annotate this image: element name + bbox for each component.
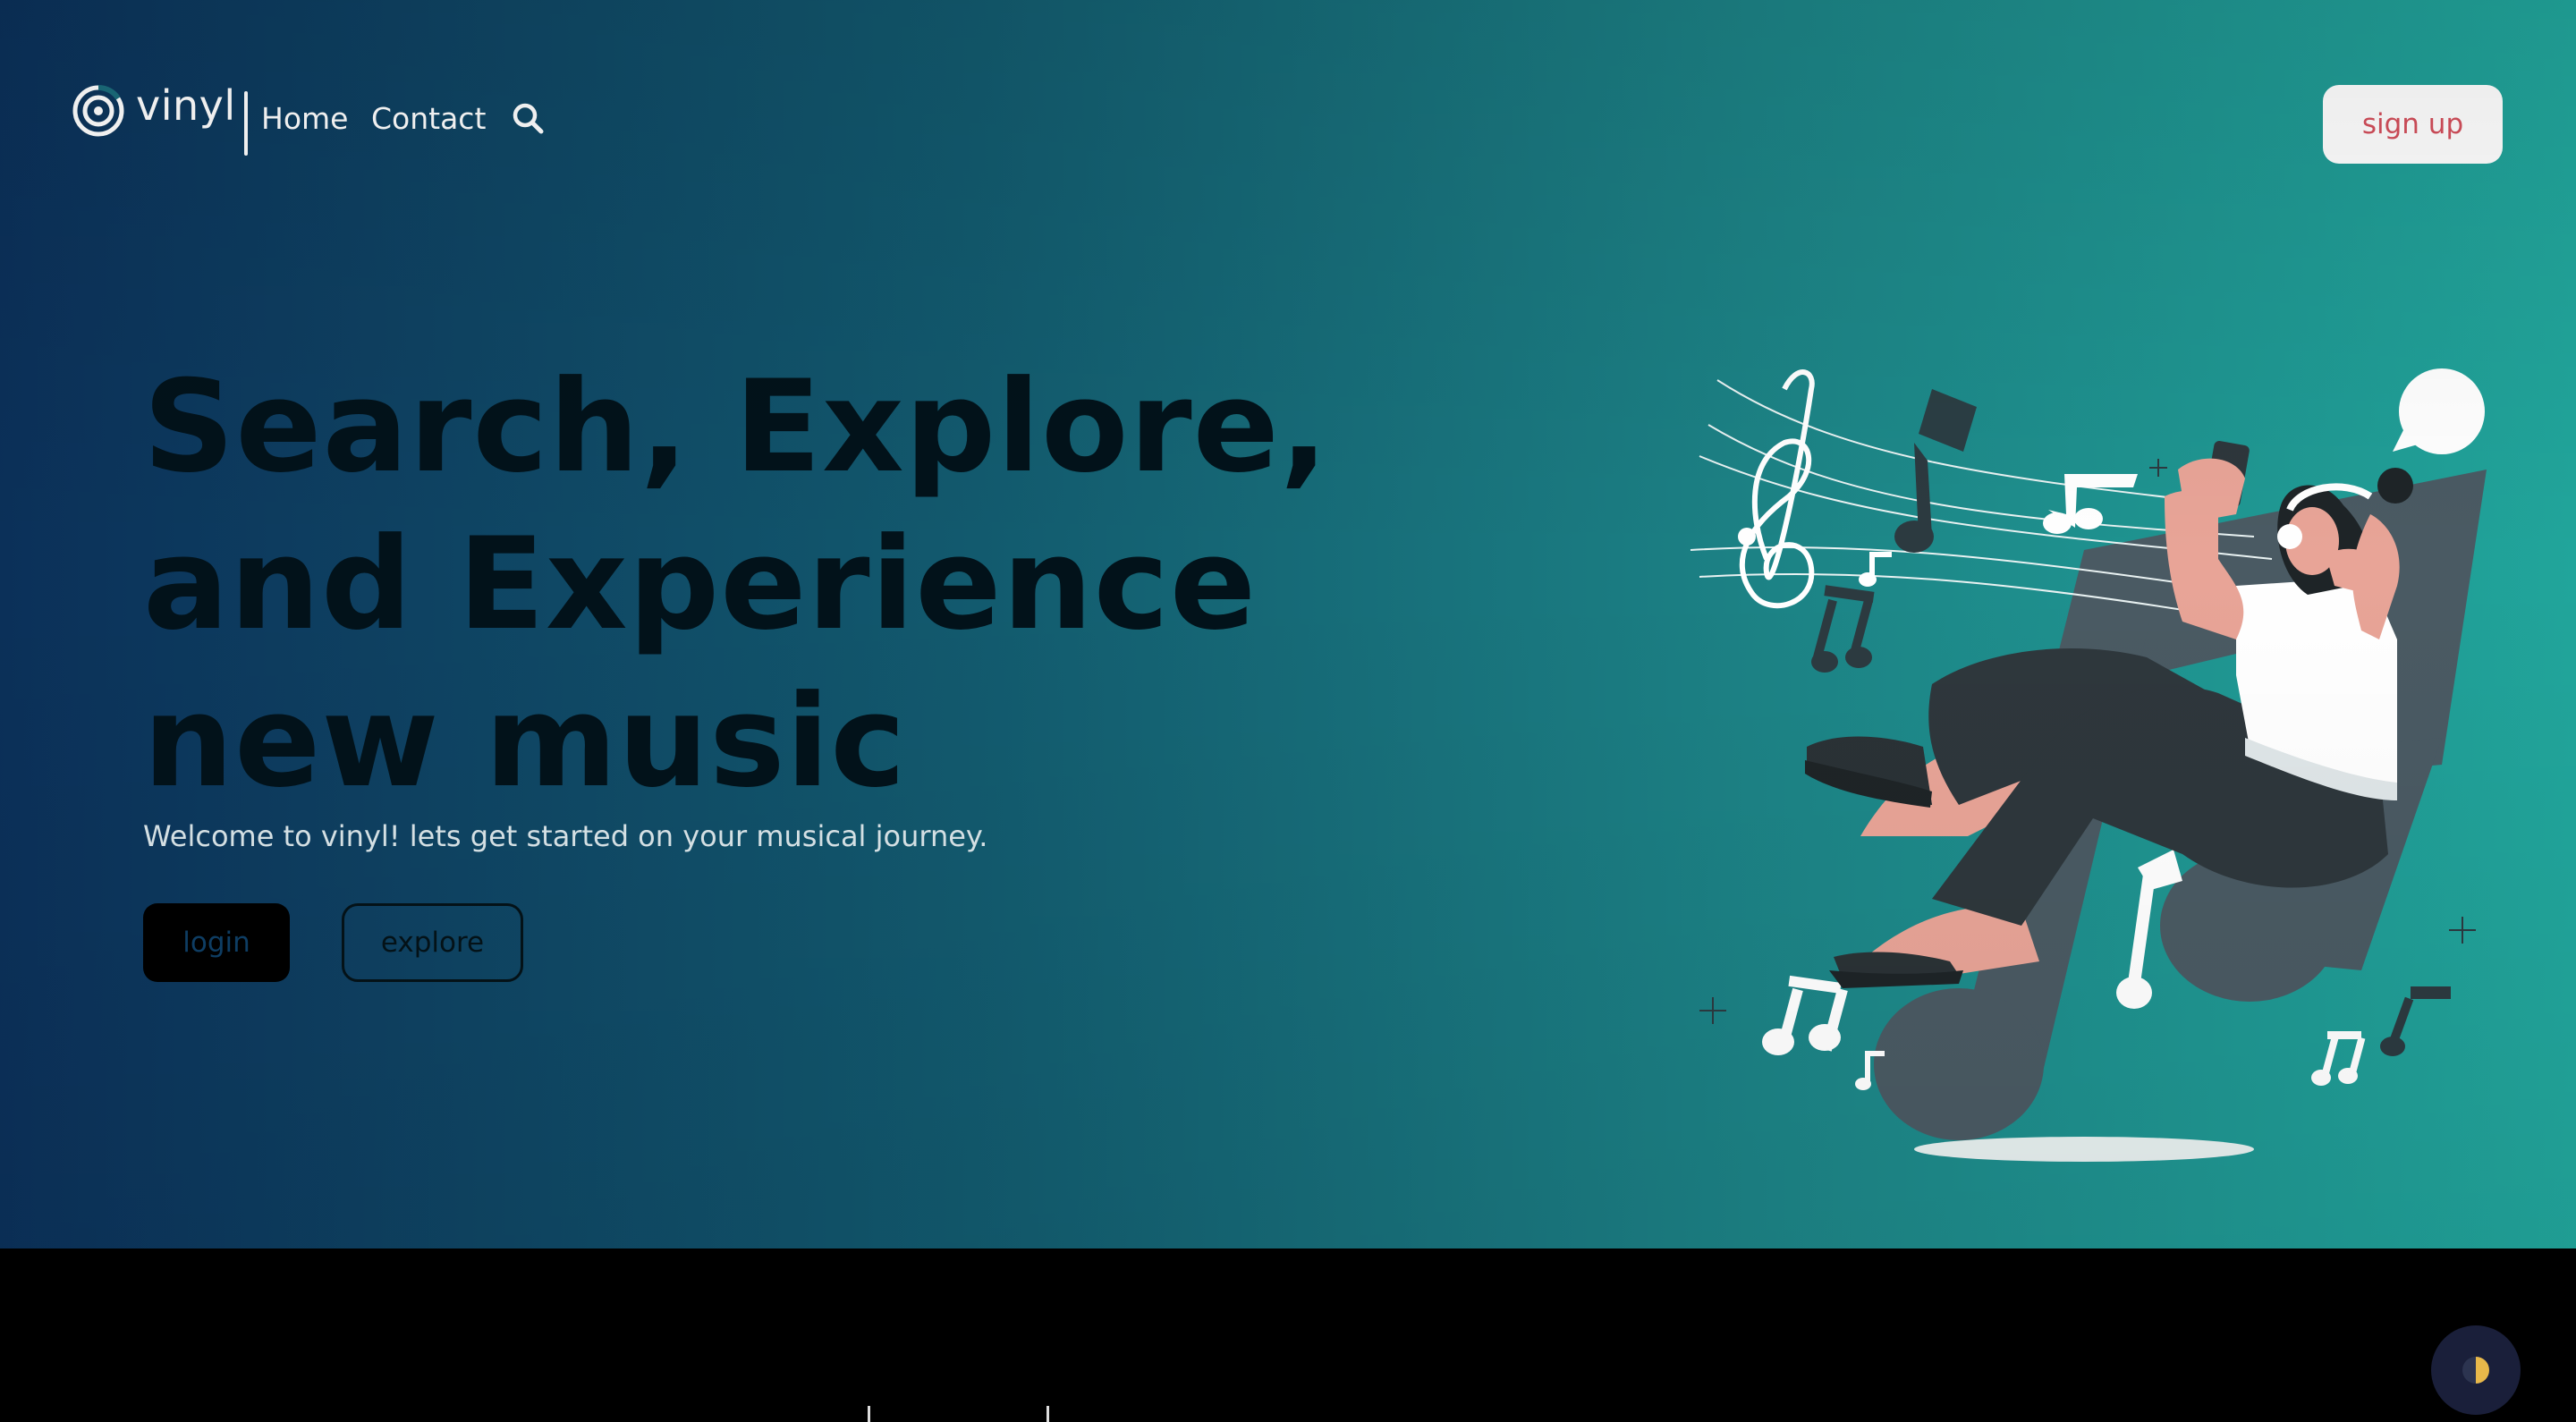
nav-link-home[interactable]: Home [261, 101, 348, 136]
hero-headline: Search, Explore, and Experience new musi… [143, 349, 1329, 821]
explore-button[interactable]: explore [342, 903, 523, 982]
nav-link-contact[interactable]: Contact [371, 101, 486, 136]
brand-logo[interactable]: vinyl [72, 81, 236, 138]
signup-button[interactable]: sign up [2323, 85, 2503, 164]
login-button[interactable]: login [143, 903, 290, 982]
half-moon-icon [2462, 1357, 2489, 1384]
section-divider-mark [1046, 1406, 1049, 1422]
brand-name: vinyl [136, 81, 236, 130]
floor-shadow [1914, 1137, 2254, 1162]
hero-section: vinyl Home Contact sign up Search, Explo… [0, 0, 2576, 1248]
bottom-section [0, 1248, 2576, 1422]
speech-bubble-icon [2393, 368, 2485, 454]
vinyl-logo-icon [72, 84, 124, 137]
music-listener-illustration [1690, 368, 2487, 1162]
nav-divider [244, 91, 248, 156]
headline-line: Search, Explore, [143, 353, 1329, 501]
treble-clef-icon [1739, 369, 1815, 609]
section-divider-mark [868, 1406, 870, 1422]
hero-subtitle: Welcome to vinyl! lets get started on yo… [143, 819, 988, 853]
headline-line: new music [143, 668, 907, 816]
theme-toggle-button[interactable] [2431, 1325, 2521, 1415]
search-icon[interactable] [512, 102, 546, 136]
headline-line: and Experience [143, 511, 1258, 658]
